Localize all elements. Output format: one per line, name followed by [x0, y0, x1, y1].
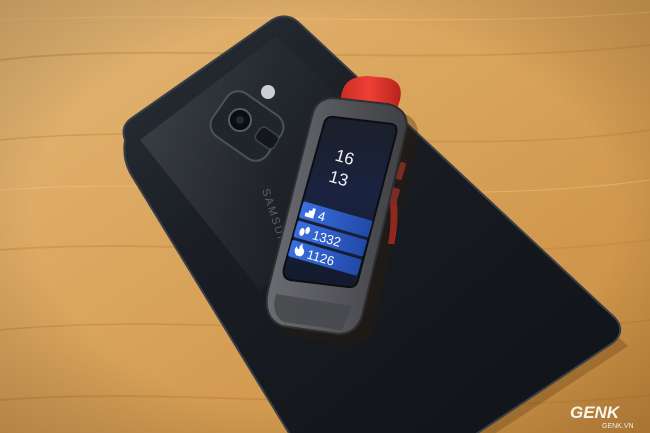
watermark-site: GENK.VN — [602, 423, 634, 430]
camera-flash — [261, 85, 275, 99]
watermark-logo: GENK — [570, 403, 621, 422]
photo-canvas: SAMSUNG 16 13 4 1332 1126 GENK GENK.VN — [0, 0, 650, 433]
photo-scene: SAMSUNG 16 13 4 1332 1126 GENK GENK.VN — [0, 0, 650, 433]
